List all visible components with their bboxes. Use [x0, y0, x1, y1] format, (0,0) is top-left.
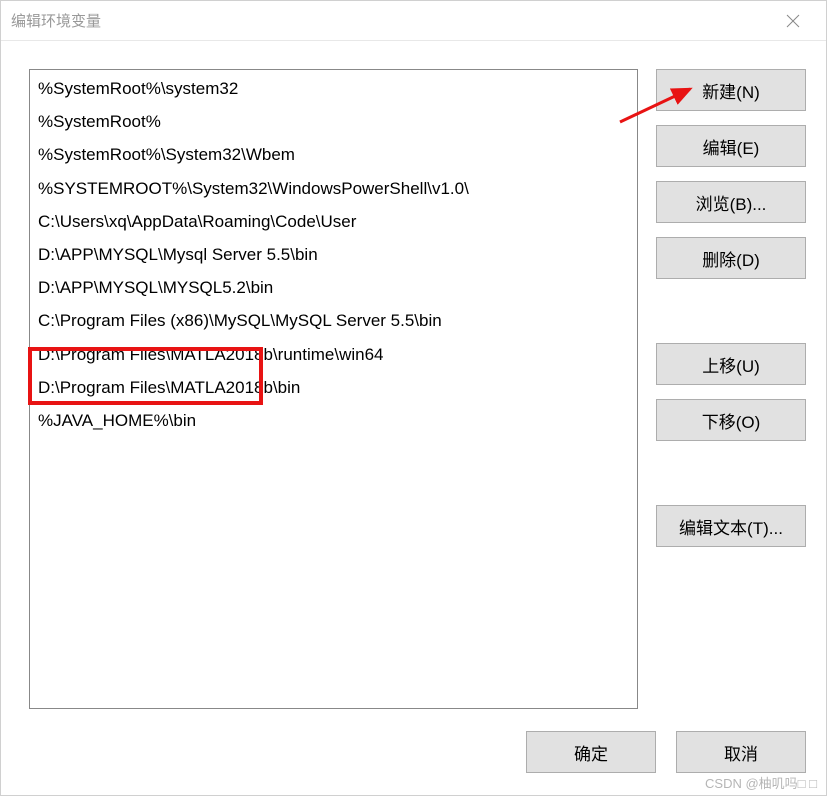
listbox-inner: %SystemRoot%\system32 %SystemRoot% %Syst…: [30, 70, 637, 439]
close-button[interactable]: [770, 6, 816, 36]
list-item[interactable]: %SystemRoot%: [30, 105, 637, 138]
dialog-footer: 确定 取消: [1, 727, 826, 795]
move-up-button[interactable]: 上移(U): [656, 343, 806, 385]
ok-button[interactable]: 确定: [526, 731, 656, 773]
list-item[interactable]: %SYSTEMROOT%\System32\WindowsPowerShell\…: [30, 172, 637, 205]
list-item[interactable]: D:\APP\MYSQL\Mysql Server 5.5\bin: [30, 238, 637, 271]
edit-text-button[interactable]: 编辑文本(T)...: [656, 505, 806, 547]
path-listbox[interactable]: %SystemRoot%\system32 %SystemRoot% %Syst…: [29, 69, 638, 709]
list-item[interactable]: D:\Program Files\MATLA2018b\runtime\win6…: [30, 338, 637, 371]
cancel-button[interactable]: 取消: [676, 731, 806, 773]
edit-env-var-dialog: 编辑环境变量 %SystemRoot%\system32 %SystemRoot…: [0, 0, 827, 796]
new-button[interactable]: 新建(N): [656, 69, 806, 111]
list-item[interactable]: %SystemRoot%\system32: [30, 72, 637, 105]
list-item[interactable]: C:\Program Files (x86)\MySQL\MySQL Serve…: [30, 304, 637, 337]
titlebar: 编辑环境变量: [1, 1, 826, 41]
list-item[interactable]: D:\Program Files\MATLA2018b\bin: [30, 371, 637, 404]
browse-button[interactable]: 浏览(B)...: [656, 181, 806, 223]
dialog-title: 编辑环境变量: [11, 10, 770, 31]
watermark: CSDN @柚叽吗□ □: [705, 773, 817, 792]
side-buttons: 新建(N) 编辑(E) 浏览(B)... 删除(D) 上移(U) 下移(O) 编…: [656, 69, 806, 717]
delete-button[interactable]: 删除(D): [656, 237, 806, 279]
list-item[interactable]: C:\Users\xq\AppData\Roaming\Code\User: [30, 205, 637, 238]
list-item[interactable]: D:\APP\MYSQL\MYSQL5.2\bin: [30, 271, 637, 304]
list-item[interactable]: %JAVA_HOME%\bin: [30, 404, 637, 437]
dialog-content: %SystemRoot%\system32 %SystemRoot% %Syst…: [1, 41, 826, 727]
edit-button[interactable]: 编辑(E): [656, 125, 806, 167]
move-down-button[interactable]: 下移(O): [656, 399, 806, 441]
list-item[interactable]: %SystemRoot%\System32\Wbem: [30, 138, 637, 171]
close-icon: [786, 14, 800, 28]
